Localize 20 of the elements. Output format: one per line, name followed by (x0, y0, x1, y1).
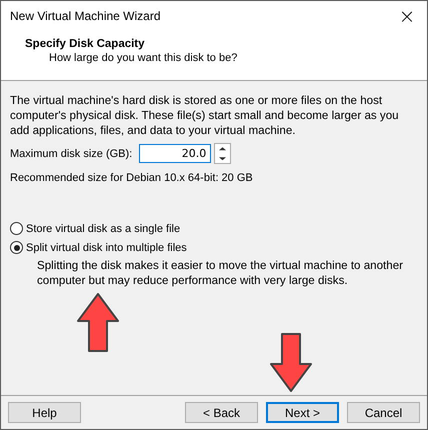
description-text: The virtual machine's hard disk is stored as one or more files on the host computer's physical disk. These file(s) start small and become larger as you add applications, files, and data to your virtual machine. (10, 93, 400, 138)
disk-size-field[interactable]: 20.0 (139, 144, 212, 163)
radio-option[interactable]: Split virtual disk into multiple files (10, 241, 419, 254)
dialog-button[interactable]: Cancel (347, 402, 420, 423)
page-subtitle: How large do you want this disk to be? (48, 52, 238, 64)
page-title: Specify Disk Capacity (25, 38, 146, 50)
radio-option[interactable]: Store virtual disk as a single file (10, 222, 419, 235)
up-arrow-icon (77, 293, 119, 352)
disk-size-label: Maximum disk size (GB): (10, 148, 132, 160)
window-title: New Virtual Machine Wizard (10, 9, 160, 23)
dialog-button[interactable]: Next > (266, 402, 339, 423)
up-caret-icon[interactable] (219, 147, 226, 150)
help-button[interactable]: Help (8, 402, 81, 423)
recommended-size-text: Recommended size for Debian 10.x 64-bit: 20 GB (10, 172, 254, 184)
option-note-text: Splitting the disk makes it easier to move the virtual machine to another computer but may reduce performance with very large disks. (37, 258, 404, 288)
dialog-button[interactable]: < Back (185, 402, 258, 423)
spin-control[interactable] (214, 143, 232, 164)
close-button[interactable]: × (387, 1, 427, 31)
down-caret-icon[interactable] (219, 156, 226, 160)
down-arrow-icon (270, 333, 312, 392)
